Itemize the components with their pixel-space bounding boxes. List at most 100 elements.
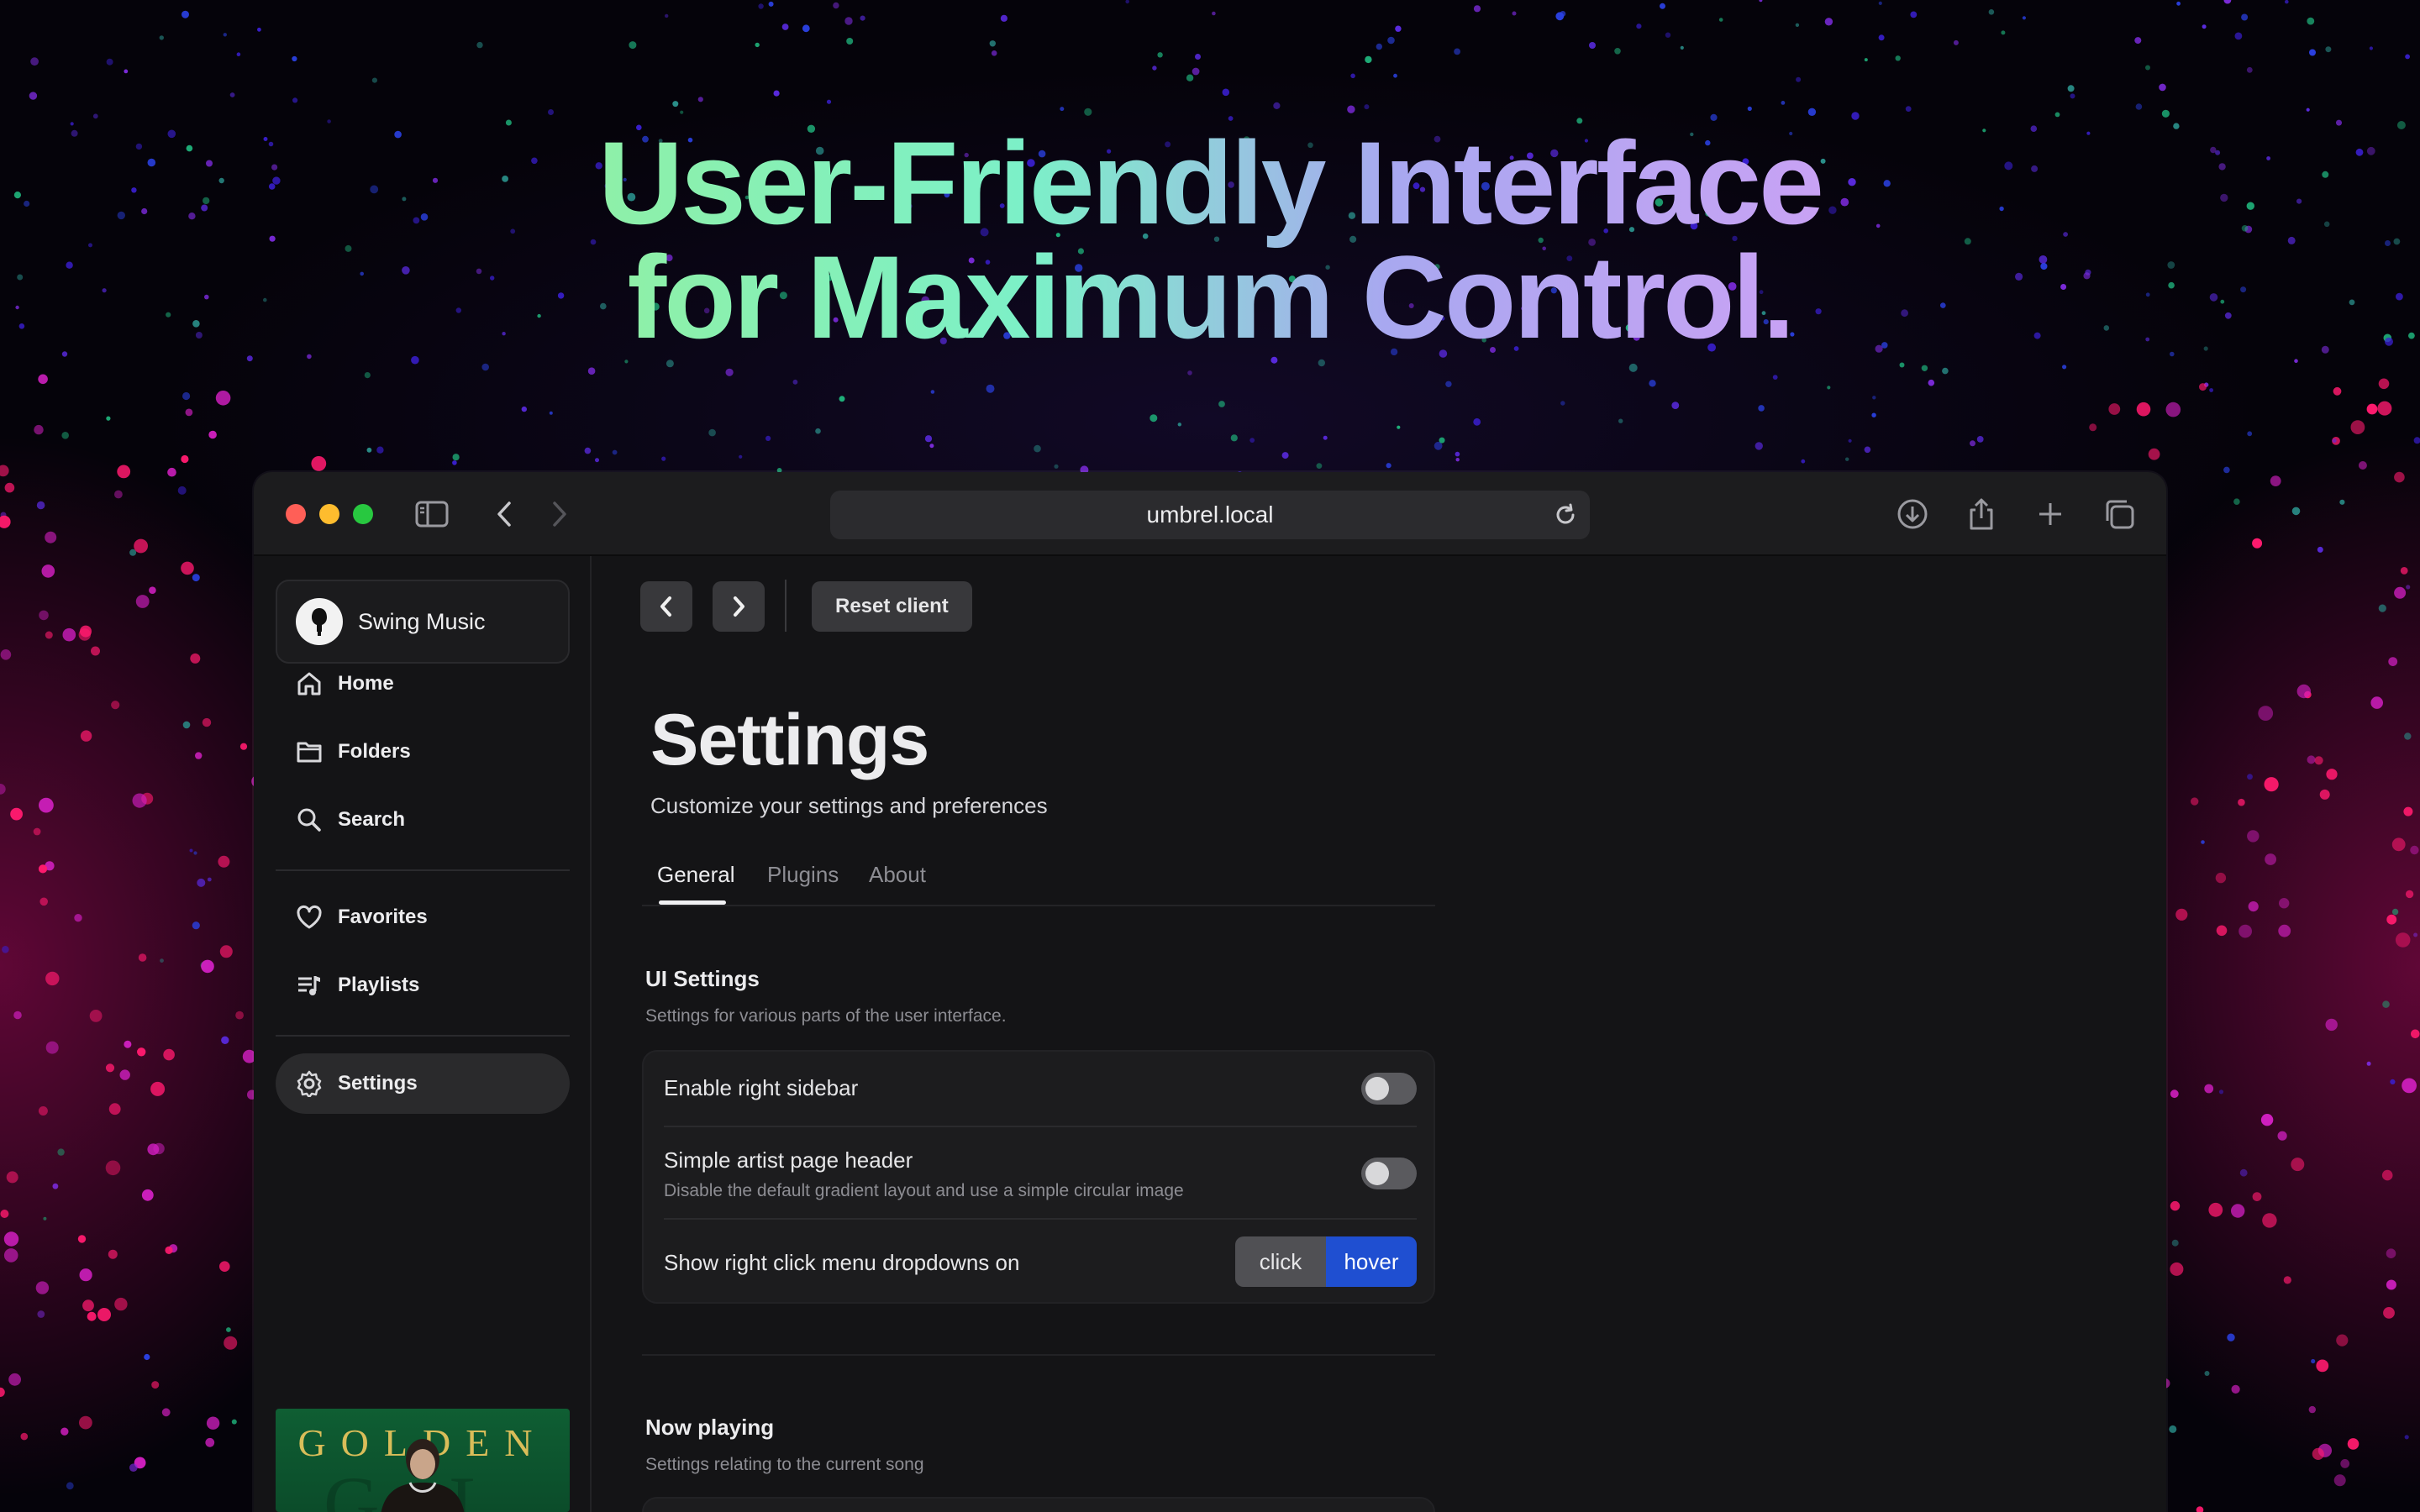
star-particle	[114, 1297, 128, 1311]
star-particle	[2394, 471, 2405, 483]
star-particle	[292, 55, 297, 62]
page-forward-button[interactable]	[713, 581, 765, 632]
star-particle	[239, 743, 248, 750]
star-particle	[860, 15, 865, 21]
tabs-divider	[642, 905, 1435, 906]
star-particle	[117, 465, 131, 479]
star-particle	[2394, 586, 2407, 599]
close-window-button[interactable]	[286, 504, 306, 524]
sidebar-item-favorites[interactable]: Favorites	[276, 887, 570, 948]
option-click[interactable]: click	[1235, 1236, 1326, 1287]
star-particle	[697, 97, 703, 102]
sidebar-item-label: Search	[338, 808, 406, 831]
star-particle	[35, 1281, 50, 1294]
right-sidebar-toggle[interactable]	[1361, 1073, 1417, 1105]
star-particle	[781, 24, 789, 30]
sidebar-item-settings[interactable]: Settings	[276, 1053, 570, 1114]
star-particle	[208, 430, 217, 439]
star-particle	[2054, 112, 2060, 118]
star-particle	[1439, 437, 1445, 444]
sidebar-item-home[interactable]: Home	[276, 654, 570, 714]
context-menu-trigger-selector[interactable]: click hover	[1235, 1236, 1417, 1287]
star-particle	[1454, 48, 1460, 55]
download-icon[interactable]	[1894, 496, 1931, 533]
star-particle	[70, 122, 74, 126]
star-particle	[1872, 396, 1876, 400]
minimize-window-button[interactable]	[319, 504, 339, 524]
tab-plugins[interactable]: Plugins	[767, 862, 839, 888]
star-particle	[1230, 434, 1238, 442]
folder-icon	[294, 737, 324, 767]
sidebar-item-search[interactable]: Search	[276, 790, 570, 850]
star-particle	[1350, 73, 1355, 79]
reset-client-button[interactable]: Reset client	[812, 581, 972, 632]
star-particle	[773, 90, 780, 97]
setting-label: Enable right sidebar	[664, 1075, 859, 1100]
star-particle	[221, 1036, 229, 1045]
setting-label: Simple artist page header	[664, 1147, 913, 1173]
star-particle	[2159, 83, 2166, 92]
sidebar-item-playlists[interactable]: Playlists	[276, 955, 570, 1016]
star-particle	[2022, 16, 2026, 20]
tabs-icon[interactable]	[2101, 496, 2138, 533]
star-particle	[1851, 112, 1860, 120]
page-back-button[interactable]	[640, 581, 692, 632]
now-playing-album-art[interactable]: G L GOLDEN	[276, 1409, 570, 1512]
star-particle	[2391, 837, 2406, 852]
star-particle	[34, 424, 44, 435]
address-bar[interactable]: umbrel.local	[830, 491, 1590, 539]
star-particle	[2223, 0, 2232, 4]
star-particle	[755, 42, 760, 48]
star-particle	[2400, 567, 2408, 575]
tab-about[interactable]: About	[869, 862, 926, 888]
star-particle	[119, 1069, 130, 1080]
star-particle	[2378, 604, 2386, 612]
share-icon[interactable]	[1963, 496, 2000, 533]
star-particle	[1273, 102, 1281, 109]
app-brand[interactable]: Swing Music	[276, 580, 570, 664]
star-particle	[2347, 1438, 2360, 1450]
sidebar-item-folders[interactable]: Folders	[276, 722, 570, 782]
star-particle	[39, 897, 48, 906]
star-particle	[89, 1010, 103, 1022]
simple-artist-header-toggle[interactable]	[1361, 1158, 1417, 1189]
star-particle	[376, 446, 384, 454]
chevron-right-icon	[734, 596, 744, 617]
star-particle	[134, 538, 149, 554]
star-particle	[39, 797, 54, 813]
star-particle	[1555, 12, 1565, 21]
star-particle	[991, 50, 997, 56]
star-particle	[1512, 11, 1517, 16]
star-particle	[2381, 1169, 2393, 1181]
star-particle	[505, 119, 512, 126]
forward-arrow-icon[interactable]	[541, 496, 578, 533]
zoom-window-button[interactable]	[353, 504, 373, 524]
star-particle	[2223, 466, 2230, 474]
plus-icon[interactable]	[2032, 496, 2069, 533]
star-particle	[1473, 417, 1481, 426]
toolbar-divider	[785, 580, 786, 632]
star-particle	[38, 374, 48, 385]
star-particle	[1758, 405, 1765, 412]
star-particle	[2001, 30, 2006, 35]
star-particle	[3, 1231, 19, 1247]
star-particle	[929, 444, 934, 449]
star-particle	[1364, 104, 1370, 110]
star-particle	[2169, 1425, 2177, 1433]
option-hover[interactable]: hover	[1326, 1236, 1417, 1287]
star-particle	[481, 363, 489, 371]
star-particle	[2325, 1018, 2338, 1032]
star-particle	[0, 1210, 9, 1218]
active-tab-indicator	[659, 900, 726, 905]
star-particle	[452, 454, 460, 461]
star-particle	[2383, 1307, 2395, 1319]
reload-icon[interactable]	[1551, 501, 1580, 529]
star-particle	[224, 1336, 238, 1350]
star-particle	[2215, 872, 2227, 884]
sidebar-toggle-icon[interactable]	[413, 496, 450, 533]
star-particle	[815, 428, 821, 434]
star-particle	[1614, 48, 1621, 55]
back-arrow-icon[interactable]	[486, 496, 523, 533]
star-particle	[37, 1310, 45, 1318]
tab-general[interactable]: General	[657, 862, 735, 888]
